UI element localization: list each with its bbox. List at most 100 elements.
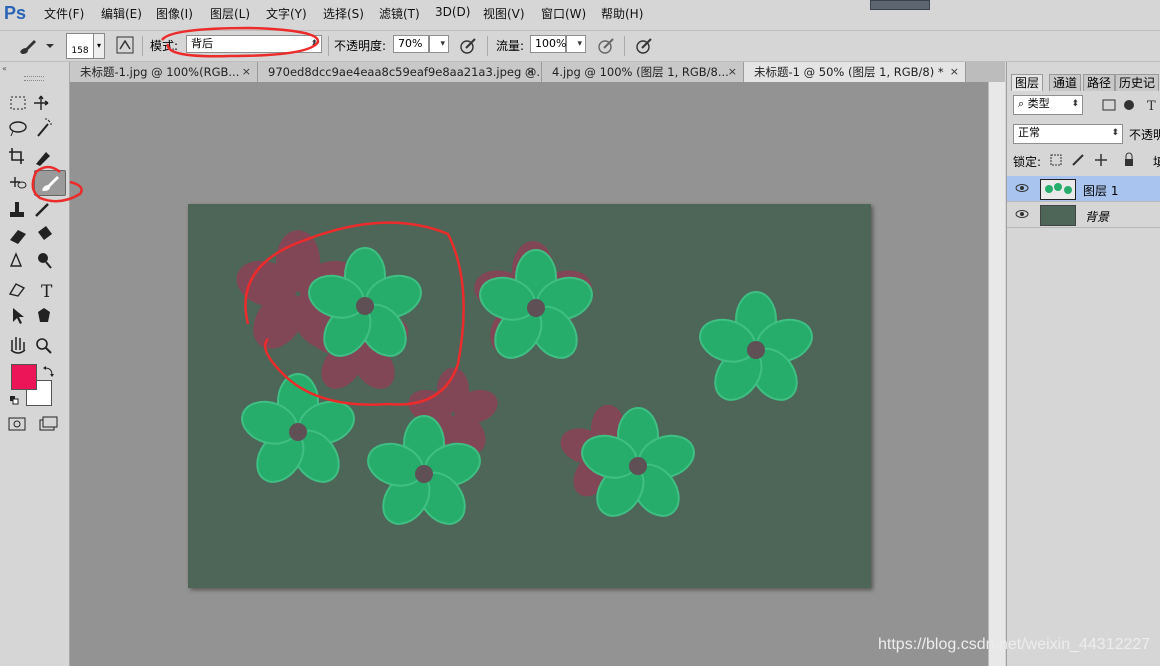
tab-paths[interactable]: 路径 bbox=[1083, 74, 1116, 91]
magic-wand-tool-icon bbox=[37, 118, 52, 137]
paint-bucket-tool-icon bbox=[38, 226, 52, 240]
dodge-tool-icon bbox=[38, 253, 52, 269]
filter-type-label: 类型 bbox=[1027, 97, 1050, 110]
blur-tool-icon bbox=[9, 252, 23, 267]
brush-tool-button[interactable] bbox=[34, 170, 66, 196]
layer-filter-dropdown[interactable]: ⌕ 类型 ⬍ bbox=[1013, 95, 1083, 115]
flow-label: 流量: bbox=[496, 39, 525, 53]
opacity-dropdown[interactable]: ▾ bbox=[429, 35, 449, 53]
menu-3d[interactable]: 3D(D) bbox=[435, 5, 470, 19]
lasso-tool-icon bbox=[9, 121, 27, 137]
move-tool-icon bbox=[34, 95, 49, 110]
menu-view[interactable]: 视图(V) bbox=[483, 5, 525, 22]
tab-label: 970ed8dcc9ae4eaa8c59eaf9e8aa21a3.jpeg @.… bbox=[268, 65, 542, 79]
airbrush-icon[interactable] bbox=[596, 36, 616, 56]
tab-layers[interactable]: 图层 bbox=[1011, 74, 1044, 91]
brush-tool-preset-icon[interactable] bbox=[16, 36, 56, 56]
zoom-tool-icon bbox=[36, 338, 52, 354]
brush-size-value: 158 bbox=[71, 46, 89, 56]
opacity-value: 70% bbox=[398, 37, 423, 50]
tab-channels[interactable]: 通道 bbox=[1049, 74, 1082, 91]
tab-doc-1[interactable]: 未标题-1.jpg @ 100%(RGB... × bbox=[70, 62, 258, 82]
image-filter-icon bbox=[1102, 99, 1116, 111]
fill-label: 填 bbox=[1153, 155, 1160, 169]
toolbox-grip[interactable] bbox=[24, 76, 44, 81]
close-icon[interactable]: × bbox=[242, 62, 251, 82]
hand-tool-icon bbox=[10, 337, 26, 354]
close-icon[interactable]: × bbox=[728, 62, 737, 82]
brush-size-dropdown[interactable]: ▾ bbox=[93, 33, 105, 59]
visibility-eye-icon[interactable] bbox=[1015, 208, 1029, 220]
menu-select[interactable]: 选择(S) bbox=[323, 5, 364, 22]
green-flowers bbox=[235, 247, 819, 534]
quick-mask-icon bbox=[8, 417, 26, 431]
lock-icons[interactable] bbox=[1049, 152, 1135, 168]
lock-transparent-icon bbox=[1050, 154, 1062, 166]
menu-filter[interactable]: 滤镜(T) bbox=[379, 5, 420, 22]
menu-type[interactable]: 文字(Y) bbox=[266, 5, 307, 22]
menu-file[interactable]: 文件(F) bbox=[44, 5, 84, 22]
layer-thumbnail bbox=[1040, 179, 1076, 200]
flow-value: 100% bbox=[535, 37, 567, 50]
blend-mode-value: 正常 bbox=[1018, 126, 1040, 139]
brush-panel-toggle-icon[interactable] bbox=[116, 36, 134, 54]
tab-doc-4-active[interactable]: 未标题-1 @ 50% (图层 1, RGB/8) * × bbox=[744, 62, 966, 82]
shape-tool-icon bbox=[38, 308, 50, 322]
path-selection-tool-icon bbox=[13, 308, 24, 324]
opacity-pressure-icon[interactable] bbox=[458, 36, 478, 56]
lock-pixels-icon bbox=[1072, 154, 1084, 166]
menu-image[interactable]: 图像(I) bbox=[156, 5, 193, 22]
mode-label: 模式: bbox=[150, 39, 179, 53]
divider bbox=[142, 36, 143, 56]
lock-label: 锁定: bbox=[1013, 155, 1042, 169]
layer-name: 图层 1 bbox=[1083, 184, 1119, 198]
mode-dropdown[interactable]: 背后 ⬍ bbox=[186, 35, 322, 53]
pen-tool-icon bbox=[8, 283, 26, 297]
foreground-color-swatch[interactable] bbox=[11, 364, 37, 390]
svg-text:T: T bbox=[41, 282, 53, 302]
layer-row-layer1[interactable]: 图层 1 bbox=[1007, 176, 1160, 202]
search-icon: ⌕ bbox=[1018, 97, 1025, 110]
menu-help[interactable]: 帮助(H) bbox=[601, 5, 643, 22]
tab-doc-2[interactable]: 970ed8dcc9ae4eaa8c59eaf9e8aa21a3.jpeg @.… bbox=[258, 62, 542, 82]
filter-icons[interactable]: T bbox=[1101, 97, 1160, 113]
type-filter-icon: T bbox=[1147, 99, 1156, 113]
menu-layer[interactable]: 图层(L) bbox=[210, 5, 250, 22]
menu-edit[interactable]: 编辑(E) bbox=[101, 5, 142, 22]
tab-label: 未标题-1 @ 50% (图层 1, RGB/8) * bbox=[754, 65, 944, 79]
crop-tool-icon bbox=[9, 148, 24, 164]
status-widget bbox=[870, 0, 930, 10]
visibility-eye-icon[interactable] bbox=[1015, 182, 1029, 194]
brush-icon bbox=[42, 176, 59, 191]
layer-name: 背景 bbox=[1085, 210, 1110, 224]
tab-history[interactable]: 历史记 bbox=[1115, 74, 1160, 91]
collapse-panel-icon[interactable]: « bbox=[2, 64, 7, 73]
size-pressure-icon[interactable] bbox=[634, 36, 654, 56]
clone-stamp-tool-icon bbox=[10, 202, 24, 217]
flow-input[interactable]: 100% bbox=[530, 35, 566, 53]
document-canvas[interactable] bbox=[188, 204, 871, 588]
brush-size-preview[interactable]: 158 bbox=[66, 33, 94, 59]
divider bbox=[624, 36, 625, 56]
vertical-scrollbar[interactable] bbox=[988, 82, 1005, 666]
close-icon[interactable]: × bbox=[950, 62, 959, 82]
layer-row-background[interactable]: 背景 bbox=[1007, 202, 1160, 228]
eraser-tool-icon bbox=[10, 230, 26, 244]
menu-window[interactable]: 窗口(W) bbox=[541, 5, 586, 22]
artwork bbox=[230, 221, 819, 534]
flow-dropdown[interactable]: ▾ bbox=[566, 35, 586, 53]
mode-value: 背后 bbox=[191, 37, 213, 50]
tab-label: 未标题-1.jpg @ 100%(RGB... bbox=[80, 65, 240, 79]
type-tool-icon: T bbox=[41, 282, 53, 302]
blend-mode-dropdown[interactable]: 正常 ⬍ bbox=[1013, 124, 1123, 144]
layer-opacity-label: 不透明 bbox=[1129, 128, 1160, 142]
layer-thumbnail bbox=[1040, 205, 1076, 226]
tab-label: 4.jpg @ 100% (图层 1, RGB/8... bbox=[552, 65, 729, 79]
adjustment-filter-icon bbox=[1124, 100, 1134, 110]
tab-doc-3[interactable]: 4.jpg @ 100% (图层 1, RGB/8... × bbox=[542, 62, 744, 82]
eyedropper-tool-icon bbox=[36, 152, 50, 166]
opacity-label: 不透明度: bbox=[334, 39, 387, 53]
lock-all-icon bbox=[1125, 159, 1133, 166]
opacity-input[interactable]: 70% bbox=[393, 35, 429, 53]
close-icon[interactable]: × bbox=[526, 62, 535, 82]
